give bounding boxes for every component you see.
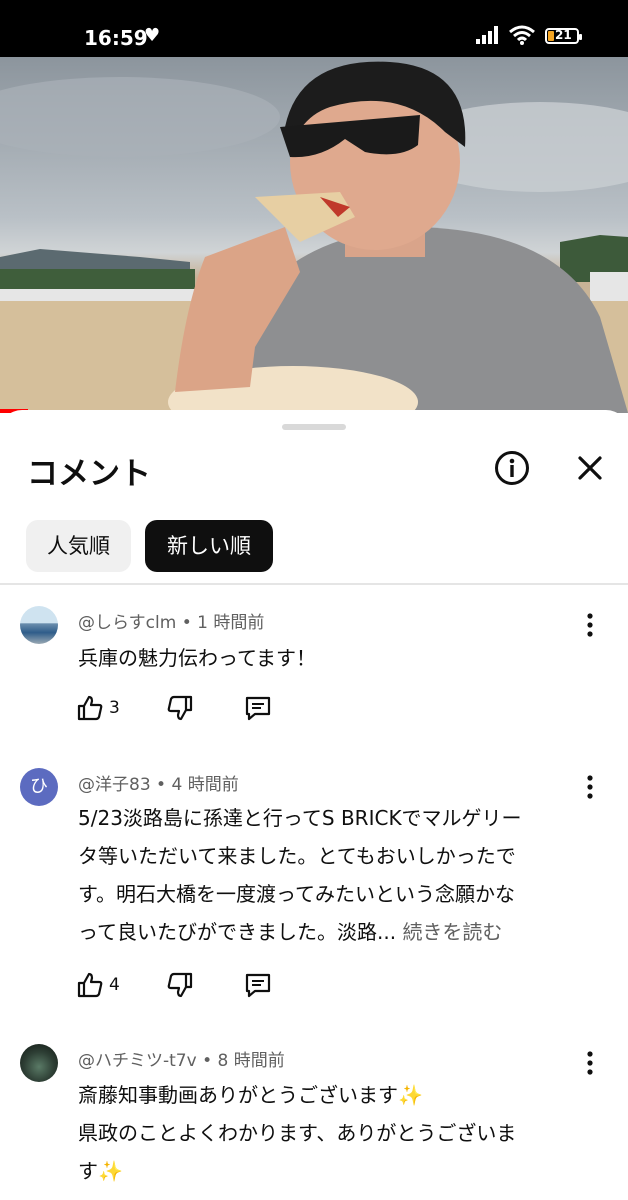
comment-text: 兵庫の魅力伝わってます！: [78, 646, 316, 670]
avatar[interactable]: ひ: [20, 768, 58, 806]
read-more-link[interactable]: 続きを読む: [402, 920, 502, 944]
info-icon[interactable]: [494, 450, 530, 486]
comment-line: す✨: [78, 1159, 123, 1183]
dislike-icon[interactable]: [166, 694, 194, 722]
battery-icon: 21: [545, 28, 582, 44]
sort-chip-newest[interactable]: 新しい順: [145, 520, 273, 572]
comment-meta: @ハチミツ-t7v • 8 時間前: [78, 1051, 285, 1071]
comment-line: って良いたびができました。淡路...: [78, 920, 397, 944]
comment-line: タ等いただいて来ました。とてもおいしかったで: [78, 844, 516, 868]
more-options-icon[interactable]: [580, 612, 600, 638]
comments-sheet: コメント 人気順 新しい順 @しらすclm • 1 時間前 兵庫の魅力伝わってま…: [0, 410, 628, 1200]
battery-level: 21: [555, 28, 572, 42]
dislike-icon[interactable]: [166, 971, 194, 999]
reply-icon[interactable]: [244, 971, 272, 999]
comment-meta: @しらすclm • 1 時間前: [78, 613, 265, 633]
signal-icon: [476, 26, 498, 44]
close-icon[interactable]: [572, 450, 608, 486]
video-frame: [0, 61, 628, 413]
comment-time: 8 時間前: [217, 1051, 285, 1071]
status-bar: 16:59 ♥ 21: [0, 0, 628, 57]
avatar[interactable]: [20, 606, 58, 644]
sort-chip-popular[interactable]: 人気順: [26, 520, 131, 572]
reply-icon[interactable]: [244, 694, 272, 722]
comment-line: 斎藤知事動画ありがとうございます✨: [78, 1083, 423, 1107]
video-player[interactable]: [0, 57, 628, 413]
status-time: 16:59: [84, 26, 148, 50]
more-options-icon[interactable]: [580, 1050, 600, 1076]
heart-icon: ♥: [144, 25, 161, 46]
comment-line: す。明石大橋を一度渡ってみたいという念願かな: [78, 882, 515, 906]
comment-time: 4 時間前: [171, 775, 239, 795]
like-icon[interactable]: [76, 971, 104, 999]
comment-text: 斎藤知事動画ありがとうございます✨ 県政のことよくわかります、ありがとうございま…: [78, 1076, 578, 1190]
comment-line: 県政のことよくわかります、ありがとうございま: [78, 1121, 517, 1145]
divider: [0, 583, 628, 585]
comment-actions: 4: [76, 971, 296, 1001]
wifi-icon: [509, 25, 535, 45]
more-options-icon[interactable]: [580, 774, 600, 800]
comment-meta: @洋子83 • 4 時間前: [78, 775, 239, 795]
like-count: 3: [109, 698, 120, 718]
comment-author[interactable]: @洋子83: [78, 775, 151, 795]
comment-last-line: って良いたびができました。淡路... 続きを読む: [78, 913, 578, 951]
comment-actions: 3: [76, 694, 296, 724]
sheet-title: コメント: [27, 456, 151, 492]
comment-line: 5/23淡路島に孫達と行ってS BRICKでマルゲリー: [78, 806, 522, 830]
avatar[interactable]: [20, 1044, 58, 1082]
like-icon[interactable]: [76, 694, 104, 722]
comment-author[interactable]: @ハチミツ-t7v: [78, 1051, 197, 1071]
drag-handle[interactable]: [282, 424, 346, 430]
like-count: 4: [109, 975, 120, 995]
comment-text: 5/23淡路島に孫達と行ってS BRICKでマルゲリー タ等いただいて来ました。…: [78, 799, 578, 951]
comment-time: 1 時間前: [197, 613, 265, 633]
comment-author[interactable]: @しらすclm: [78, 613, 176, 633]
